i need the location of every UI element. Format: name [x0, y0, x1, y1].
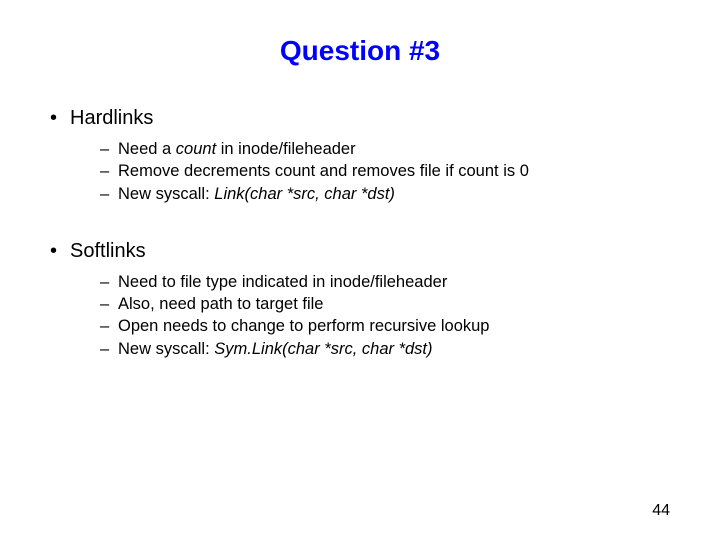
list-item: New syscall: Sym.Link(char *src, char *d… — [100, 338, 680, 360]
list-item: Also, need path to target file — [100, 293, 680, 315]
bullet-heading: Softlinks — [70, 240, 146, 262]
bullet-softlinks: Softlinks — [40, 240, 680, 263]
sublist-hardlinks: Need a count in inode/fileheader Remove … — [40, 138, 680, 205]
list-item: Open needs to change to perform recursiv… — [100, 315, 680, 337]
list-item: Need a count in inode/fileheader — [100, 138, 680, 160]
bullet-heading: Hardlinks — [70, 107, 153, 129]
page-number: 44 — [652, 502, 670, 520]
list-item: New syscall: Link(char *src, char *dst) — [100, 183, 680, 205]
sublist-softlinks: Need to file type indicated in inode/fil… — [40, 271, 680, 360]
slide: Question #3 Hardlinks Need a count in in… — [0, 0, 720, 540]
list-item: Remove decrements count and removes file… — [100, 160, 680, 182]
list-item: Need to file type indicated in inode/fil… — [100, 271, 680, 293]
slide-title: Question #3 — [40, 35, 680, 67]
bullet-hardlinks: Hardlinks — [40, 107, 680, 130]
